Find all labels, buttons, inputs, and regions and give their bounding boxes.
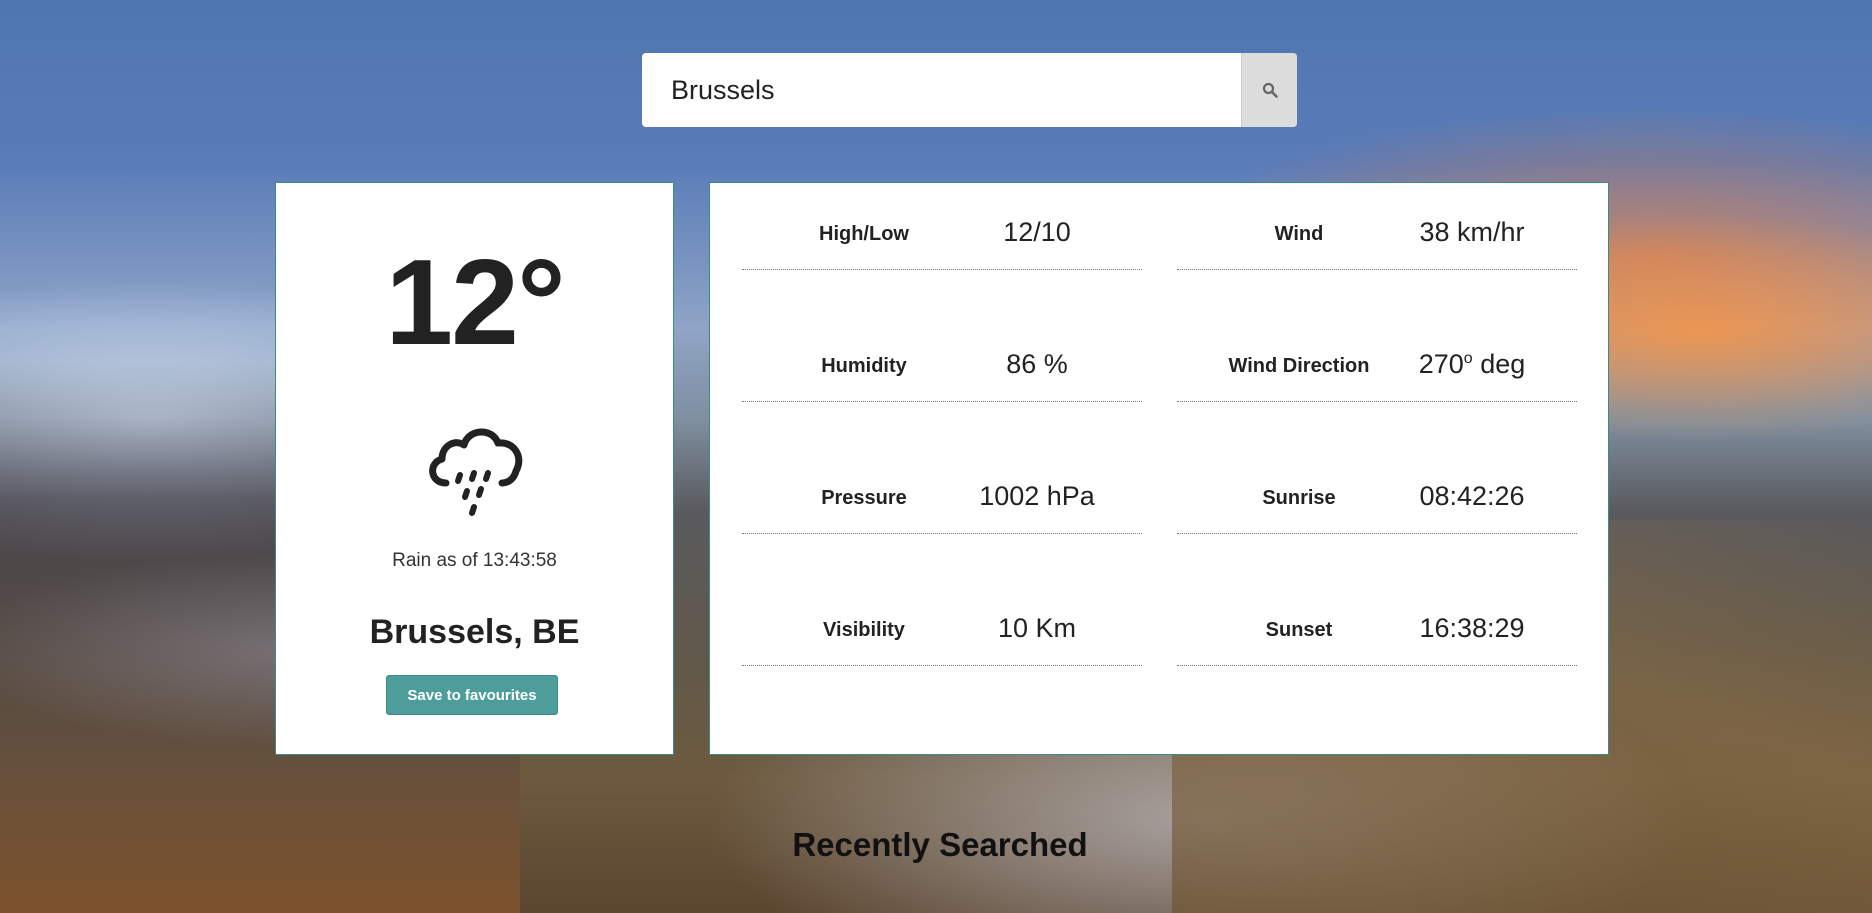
condition-text: Rain as of 13:43:58	[392, 550, 557, 571]
save-to-favourites-button[interactable]: Save to favourites	[386, 675, 558, 715]
weather-details-card: High/Low 12/10 Wind 38 km/hr Humidity 86…	[709, 182, 1609, 755]
search-bar	[642, 53, 1297, 127]
city-name: Brussels, BE	[369, 613, 580, 651]
rain-cloud-icon	[429, 428, 523, 516]
degree-mark: o	[1463, 350, 1473, 367]
stat-value: 16:38:29	[1419, 613, 1525, 643]
search-input[interactable]	[642, 53, 1241, 127]
wind-direction-unit: deg	[1480, 349, 1526, 379]
stat-visibility: Visibility 10 Km	[742, 605, 1142, 666]
stat-wind-direction: Wind Direction 270o deg	[1177, 341, 1577, 402]
stat-high-low: High/Low 12/10	[742, 209, 1142, 270]
stat-humidity: Humidity 86 %	[742, 341, 1142, 402]
stat-value: 270o deg	[1359, 349, 1585, 380]
search-button[interactable]	[1241, 53, 1297, 127]
recently-searched-heading: Recently Searched	[792, 826, 1088, 863]
stat-value: 12/10	[1003, 217, 1071, 247]
current-weather-card: 12° Rain as of 13:43:58 Brussels, BE Sav…	[275, 182, 674, 755]
current-temperature: 12°	[385, 234, 566, 370]
stat-value: 08:42:26	[1419, 481, 1525, 511]
stat-wind: Wind 38 km/hr	[1177, 209, 1577, 270]
stat-value: 38 km/hr	[1419, 217, 1525, 247]
stat-value: 1002 hPa	[979, 481, 1095, 511]
stat-value: 86 %	[1006, 349, 1068, 379]
stat-value: 10 Km	[997, 613, 1077, 643]
wind-direction-number: 270	[1418, 349, 1464, 379]
stat-sunset: Sunset 16:38:29	[1177, 605, 1577, 666]
stat-pressure: Pressure 1002 hPa	[742, 473, 1142, 534]
stat-sunrise: Sunrise 08:42:26	[1177, 473, 1577, 534]
search-icon	[1262, 82, 1278, 98]
